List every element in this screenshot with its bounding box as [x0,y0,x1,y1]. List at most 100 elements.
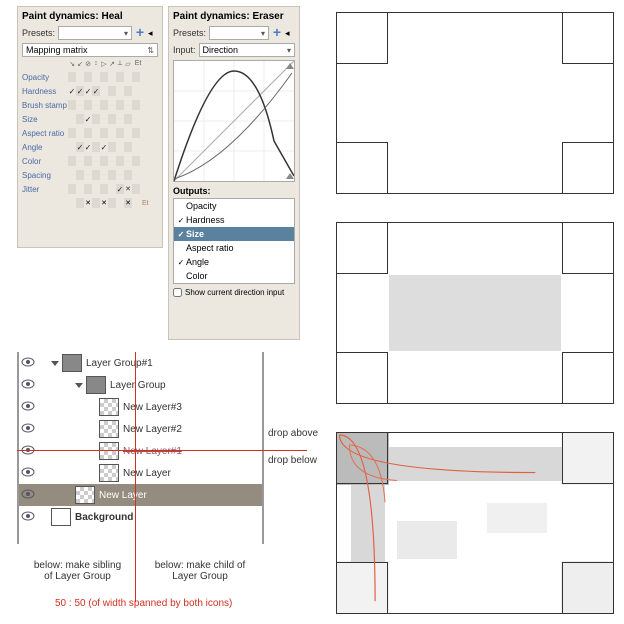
matrix-footer-cell[interactable] [116,198,124,208]
layer-row[interactable]: Layer Group [19,374,262,396]
matrix-cell[interactable] [76,156,84,166]
matrix-footer-cell[interactable] [108,198,116,208]
show-direction-checkbox[interactable] [173,288,182,297]
visibility-eye-icon[interactable] [21,486,37,504]
layer-name[interactable]: New Layer [99,490,147,501]
matrix-cell[interactable] [100,184,108,194]
expand-triangle-icon[interactable] [75,383,83,388]
add-preset-button[interactable]: + [271,27,283,39]
matrix-footer-cell[interactable]: ✕ [100,198,108,208]
matrix-cell[interactable] [108,86,116,96]
matrix-cell[interactable] [100,114,108,124]
matrix-cell[interactable] [100,128,108,138]
matrix-cell[interactable] [108,72,116,82]
matrix-cell[interactable] [92,114,100,124]
matrix-cell[interactable] [76,184,84,194]
visibility-eye-icon[interactable] [21,420,37,438]
visibility-eye-icon[interactable] [21,508,37,526]
matrix-cell[interactable] [124,72,132,82]
layer-name[interactable]: Background [75,512,133,523]
matrix-cell[interactable] [108,128,116,138]
matrix-cell[interactable] [100,142,108,152]
matrix-cell[interactable] [132,86,140,96]
matrix-cell[interactable] [92,86,100,96]
matrix-cell[interactable] [132,114,140,124]
matrix-cell[interactable] [68,142,76,152]
matrix-cell[interactable] [76,86,84,96]
presets-dropdown[interactable]: ▾ [58,26,132,40]
matrix-cell[interactable] [100,100,108,110]
matrix-cell[interactable] [124,100,132,110]
matrix-cell[interactable] [124,114,132,124]
layer-row[interactable]: New Layer#1 [19,440,262,462]
matrix-cell[interactable] [116,170,124,180]
matrix-cell[interactable] [76,100,84,110]
matrix-cell[interactable] [92,156,100,166]
matrix-cell[interactable] [108,142,116,152]
show-direction-row[interactable]: Show current direction input [173,288,295,297]
preset-menu-icon[interactable]: ◂ [148,28,158,38]
matrix-cell[interactable] [84,128,92,138]
matrix-cell[interactable] [100,170,108,180]
matrix-cell[interactable] [68,128,76,138]
matrix-cell[interactable] [68,86,76,96]
layer-row[interactable]: New Layer [19,484,262,506]
visibility-eye-icon[interactable] [21,442,37,460]
matrix-cell[interactable] [68,100,76,110]
matrix-footer-cell[interactable] [92,198,100,208]
visibility-eye-icon[interactable] [21,398,37,416]
matrix-cell[interactable] [84,142,92,152]
layer-name[interactable]: New Layer [123,468,171,479]
presets-dropdown[interactable]: ▾ [209,26,269,40]
expand-triangle-icon[interactable] [51,361,59,366]
matrix-cell[interactable] [132,170,140,180]
matrix-cell[interactable] [76,72,84,82]
matrix-cell[interactable] [92,184,100,194]
dynamics-curve-editor[interactable] [173,60,295,182]
matrix-cell[interactable] [116,142,124,152]
matrix-footer-cell[interactable]: ✕ [124,198,132,208]
matrix-cell[interactable] [100,86,108,96]
matrix-cell[interactable] [92,142,100,152]
matrix-cell[interactable] [132,128,140,138]
mapping-dropdown[interactable]: Mapping matrix⇅ [22,43,158,57]
layer-row[interactable]: New Layer#2 [19,418,262,440]
matrix-cell[interactable] [124,86,132,96]
matrix-cell[interactable] [116,100,124,110]
matrix-cell[interactable] [132,100,140,110]
matrix-cell[interactable] [116,156,124,166]
output-item[interactable]: ✓Hardness [174,213,294,227]
matrix-cell[interactable] [132,72,140,82]
add-preset-button[interactable]: + [134,27,146,39]
matrix-cell[interactable] [108,114,116,124]
layer-row[interactable]: Background [19,506,262,528]
matrix-cell[interactable] [124,128,132,138]
matrix-cell[interactable] [68,184,76,194]
matrix-footer-cell[interactable] [132,198,140,208]
matrix-cell[interactable] [132,156,140,166]
visibility-eye-icon[interactable] [21,464,37,482]
matrix-cell[interactable] [116,128,124,138]
matrix-cell[interactable] [84,72,92,82]
matrix-cell[interactable] [68,156,76,166]
output-item[interactable]: Color [174,269,294,283]
matrix-cell[interactable] [68,170,76,180]
matrix-cell[interactable] [76,142,84,152]
matrix-cell[interactable] [92,72,100,82]
matrix-cell[interactable] [116,184,124,194]
matrix-cell[interactable] [84,156,92,166]
matrix-cell[interactable] [124,142,132,152]
matrix-cell[interactable] [108,156,116,166]
preset-menu-icon[interactable]: ◂ [285,28,295,38]
matrix-cell[interactable] [84,86,92,96]
matrix-cell[interactable] [132,142,140,152]
matrix-cell[interactable] [124,156,132,166]
matrix-cell[interactable] [132,184,140,194]
matrix-cell[interactable] [116,114,124,124]
layer-row[interactable]: New Layer [19,462,262,484]
output-item[interactable]: Opacity [174,199,294,213]
layer-row[interactable]: Layer Group#1 [19,352,262,374]
matrix-cell[interactable] [76,170,84,180]
matrix-cell[interactable] [84,100,92,110]
matrix-cell[interactable] [92,170,100,180]
